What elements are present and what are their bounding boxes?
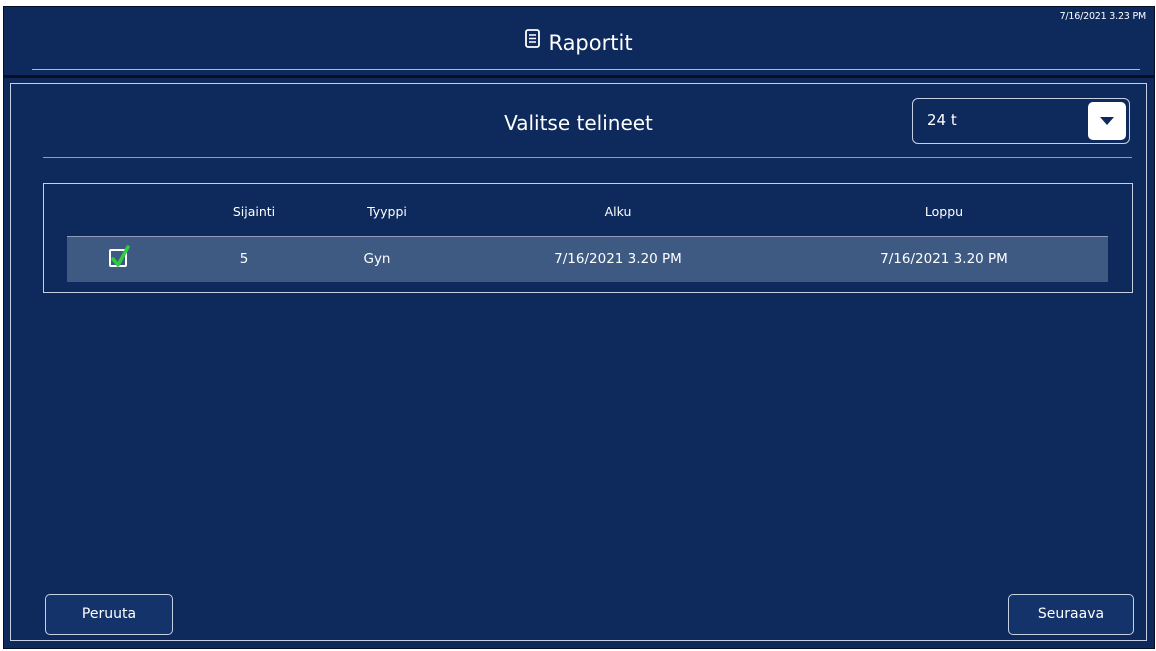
racks-table: Sijainti Tyyppi Alku Loppu 5 Gyn 7/16/20… — [43, 183, 1133, 293]
cell-end: 7/16/2021 3.20 PM — [880, 251, 1008, 267]
app-screen: Raportit 7/16/2021 3.23 PM Valitse telin… — [3, 6, 1155, 649]
dropdown-button[interactable] — [1088, 102, 1126, 140]
column-header-end: Loppu — [924, 204, 964, 219]
title-divider — [32, 69, 1140, 70]
cell-start: 7/16/2021 3.20 PM — [554, 251, 682, 267]
caret-down-icon — [1100, 117, 1114, 125]
report-document-icon — [525, 26, 541, 56]
checkmark-icon — [111, 245, 130, 267]
title-text: Raportit — [548, 31, 633, 55]
header-separator — [4, 75, 1154, 78]
title-bar: Raportit 7/16/2021 3.23 PM — [4, 7, 1154, 77]
column-header-location: Sijainti — [232, 204, 276, 219]
cell-location: 5 — [239, 251, 249, 267]
page-title: Raportit — [4, 27, 1154, 58]
clock-datetime: 7/16/2021 3.23 PM — [1059, 11, 1147, 22]
cancel-button[interactable]: Peruuta — [45, 594, 173, 635]
table-row[interactable]: 5 Gyn 7/16/2021 3.20 PM 7/16/2021 3.20 P… — [67, 236, 1108, 282]
column-header-type: Tyyppi — [367, 204, 407, 219]
column-header-start: Alku — [604, 204, 632, 219]
time-range-select[interactable]: 24 t — [912, 98, 1130, 144]
heading-divider — [43, 157, 1132, 158]
cell-type: Gyn — [363, 251, 391, 267]
next-button[interactable]: Seuraava — [1008, 594, 1134, 635]
content-panel: Valitse telineet 24 t Sijainti Tyyppi Al… — [10, 83, 1147, 641]
time-range-value: 24 t — [927, 111, 957, 129]
row-checkbox[interactable] — [109, 245, 130, 267]
